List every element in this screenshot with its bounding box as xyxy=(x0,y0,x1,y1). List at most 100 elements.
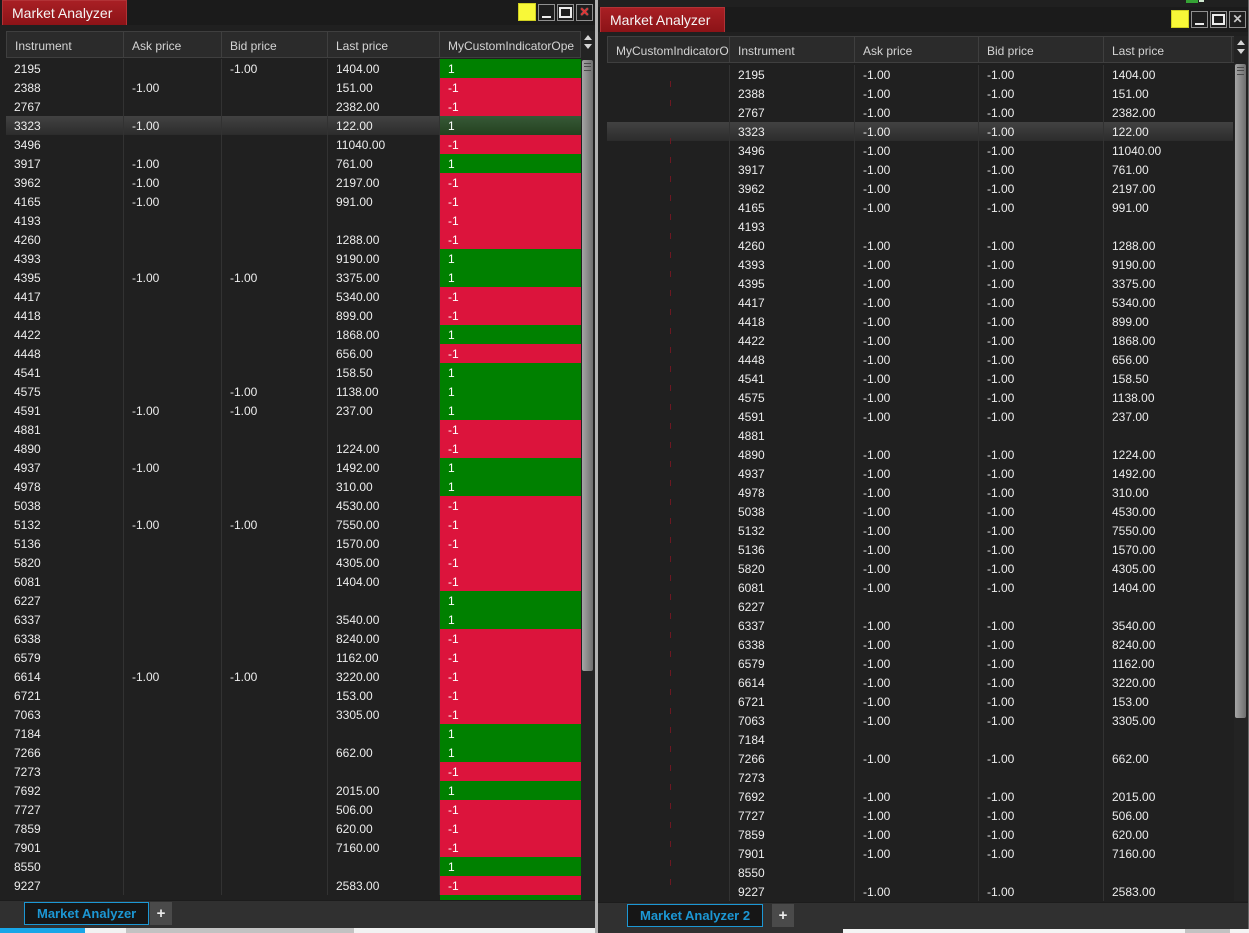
table-row[interactable]: 5136 -1.00 -1.00 1570.00 xyxy=(607,537,1233,559)
table-row[interactable]: 3962 -1.00 -1.00 2197.00 xyxy=(607,176,1233,198)
table-row[interactable]: 7266 662.00 1 xyxy=(6,743,581,762)
table-row[interactable]: 5820 4305.00 -1 xyxy=(6,553,581,572)
table-row[interactable]: 4890 -1.00 -1.00 1224.00 xyxy=(607,442,1233,464)
table-row[interactable]: 7184 1 xyxy=(6,724,581,743)
h-scrollbar-thumb[interactable] xyxy=(1185,929,1230,933)
table-row[interactable]: 4393 9190.00 1 xyxy=(6,249,581,268)
tab-market-analyzer[interactable]: Market Analyzer xyxy=(24,902,150,925)
table-row[interactable]: 2195 -1.00 -1.00 1404.00 xyxy=(607,65,1233,84)
table-row[interactable]: 4418 899.00 -1 xyxy=(6,306,581,325)
table-row[interactable]: 6081 1404.00 -1 xyxy=(6,572,581,591)
vertical-scrollbar[interactable] xyxy=(1234,36,1248,901)
table-row[interactable]: 8550 1 xyxy=(6,857,581,876)
table-row[interactable]: 4448 656.00 -1 xyxy=(6,344,581,363)
tab-market-analyzer-2[interactable]: Market Analyzer 2 xyxy=(627,904,764,927)
table-row[interactable]: 5038 4530.00 -1 xyxy=(6,496,581,515)
titlebar[interactable]: Market Analyzer ✕ xyxy=(598,7,1248,32)
table-row[interactable]: 4937 -1.00 -1.00 1492.00 xyxy=(607,461,1233,483)
table-row[interactable]: 4193 xyxy=(607,214,1233,236)
table-row[interactable]: 4541 -1.00 -1.00 158.50 xyxy=(607,366,1233,388)
table-row[interactable]: 4260 1288.00 -1 xyxy=(6,230,581,249)
table-row[interactable]: 4165 -1.00 -1.00 991.00 xyxy=(607,195,1233,217)
column-header-instrument[interactable]: Instrument xyxy=(6,32,124,57)
minimize-button[interactable] xyxy=(538,3,555,21)
table-row[interactable]: 4260 -1.00 -1.00 1288.00 xyxy=(607,233,1233,255)
scroll-down-icon[interactable] xyxy=(584,44,592,49)
table-row[interactable]: 6614 -1.00 -1.00 3220.00 xyxy=(607,670,1233,692)
table-row[interactable]: 4575 -1.00 -1.00 1138.00 xyxy=(607,385,1233,407)
column-header-ask-price[interactable]: Ask price xyxy=(855,37,979,62)
table-row[interactable]: 7063 -1.00 -1.00 3305.00 xyxy=(607,708,1233,730)
table-row[interactable]: 4165 -1.00 991.00 -1 xyxy=(6,192,581,211)
table-row[interactable]: 7266 -1.00 -1.00 662.00 xyxy=(607,746,1233,768)
add-tab-button[interactable]: + xyxy=(150,902,172,925)
table-row[interactable]: 4417 -1.00 -1.00 5340.00 xyxy=(607,290,1233,312)
table-row[interactable]: 6579 1162.00 -1 xyxy=(6,648,581,667)
table-row[interactable]: 4418 -1.00 -1.00 899.00 xyxy=(607,309,1233,331)
table-row[interactable]: 4591 -1.00 -1.00 237.00 xyxy=(607,404,1233,426)
table-row[interactable]: 3917 -1.00 761.00 1 xyxy=(6,154,581,173)
table-row[interactable]: 3496 11040.00 -1 xyxy=(6,135,581,154)
sim-data-indicator-icon[interactable] xyxy=(1171,10,1189,28)
column-header-bid-price[interactable]: Bid price xyxy=(222,32,328,57)
column-header-instrument[interactable]: Instrument xyxy=(730,37,855,62)
sim-data-indicator-icon[interactable] xyxy=(518,3,536,21)
table-row[interactable]: 3917 -1.00 -1.00 761.00 xyxy=(607,157,1233,179)
column-header-indicator[interactable]: MyCustomIndicatorO xyxy=(607,37,730,62)
table-row[interactable]: 6227 1 xyxy=(6,591,581,610)
scroll-up-icon[interactable] xyxy=(1237,40,1245,45)
table-row[interactable]: 6338 -1.00 -1.00 8240.00 xyxy=(607,632,1233,654)
table-row[interactable]: 4541 158.50 1 xyxy=(6,363,581,382)
table-row[interactable]: 4937 -1.00 1492.00 1 xyxy=(6,458,581,477)
table-row[interactable]: 4978 -1.00 -1.00 310.00 xyxy=(607,480,1233,502)
h-scrollbar-thumb[interactable] xyxy=(126,928,354,933)
vertical-scrollbar[interactable] xyxy=(581,31,595,900)
table-row[interactable]: 6338 8240.00 -1 xyxy=(6,629,581,648)
column-header-last-price[interactable]: Last price xyxy=(1104,37,1232,62)
table-row[interactable]: 6337 3540.00 1 xyxy=(6,610,581,629)
table-row[interactable]: 4978 310.00 1 xyxy=(6,477,581,496)
table-row[interactable]: 9227 -1.00 -1.00 2583.00 xyxy=(607,879,1233,901)
table-row[interactable]: 6721 -1.00 -1.00 153.00 xyxy=(607,689,1233,711)
column-header-ask-price[interactable]: Ask price xyxy=(124,32,222,57)
table-row[interactable]: 4417 5340.00 -1 xyxy=(6,287,581,306)
table-row[interactable]: 4890 1224.00 -1 xyxy=(6,439,581,458)
table-row[interactable]: 7184 xyxy=(607,727,1233,749)
close-button[interactable]: ✕ xyxy=(576,3,593,21)
scrollbar-thumb[interactable] xyxy=(582,60,593,671)
column-header-indicator[interactable]: MyCustomIndicatorOpe xyxy=(440,32,581,57)
table-row[interactable]: 7273 -1 xyxy=(6,762,581,781)
table-row[interactable]: 4393 -1.00 -1.00 9190.00 xyxy=(607,252,1233,274)
table-row[interactable]: 4193 -1 xyxy=(6,211,581,230)
scrollbar-thumb[interactable] xyxy=(1235,64,1246,718)
table-row[interactable]: 4422 1868.00 1 xyxy=(6,325,581,344)
table-row[interactable]: 6721 153.00 -1 xyxy=(6,686,581,705)
table-row[interactable]: 4395 -1.00 -1.00 3375.00 xyxy=(607,271,1233,293)
table-row[interactable]: 5038 -1.00 -1.00 4530.00 xyxy=(607,499,1233,521)
table-row[interactable]: 6614 -1.00 -1.00 3220.00 -1 xyxy=(6,667,581,686)
table-row[interactable]: 7273 xyxy=(607,765,1233,787)
table-row[interactable]: 3323 -1.00 -1.00 122.00 xyxy=(607,122,1233,141)
table-row[interactable]: 7727 506.00 -1 xyxy=(6,800,581,819)
table-row[interactable]: 6081 -1.00 -1.00 1404.00 xyxy=(607,575,1233,597)
h-scrollbar-track-2[interactable] xyxy=(354,928,595,933)
table-row[interactable]: 8550 xyxy=(607,860,1233,882)
table-row[interactable]: 5132 -1.00 -1.00 7550.00 xyxy=(607,518,1233,540)
table-row[interactable]: 7859 620.00 -1 xyxy=(6,819,581,838)
table-row[interactable]: 4881 xyxy=(607,423,1233,445)
table-row[interactable]: 3323 -1.00 122.00 1 xyxy=(6,116,581,135)
table-row[interactable]: 2388 -1.00 -1.00 151.00 xyxy=(607,81,1233,103)
table-row[interactable]: 4591 -1.00 -1.00 237.00 1 xyxy=(6,401,581,420)
table-row[interactable]: 4395 -1.00 -1.00 3375.00 1 xyxy=(6,268,581,287)
table-row[interactable]: 3962 -1.00 2197.00 -1 xyxy=(6,173,581,192)
minimize-button[interactable] xyxy=(1191,10,1208,28)
table-row[interactable]: 3496 -1.00 -1.00 11040.00 xyxy=(607,138,1233,160)
table-row[interactable]: 7901 7160.00 -1 xyxy=(6,838,581,857)
maximize-button[interactable] xyxy=(557,3,574,21)
scroll-down-icon[interactable] xyxy=(1237,49,1245,54)
table-row[interactable]: 7901 -1.00 -1.00 7160.00 xyxy=(607,841,1233,863)
h-scrollbar-highlight[interactable] xyxy=(0,928,85,933)
table-row[interactable]: 7692 -1.00 -1.00 2015.00 xyxy=(607,784,1233,806)
table-row[interactable]: 2767 -1.00 -1.00 2382.00 xyxy=(607,100,1233,122)
titlebar[interactable]: Market Analyzer ✕ xyxy=(0,0,595,25)
